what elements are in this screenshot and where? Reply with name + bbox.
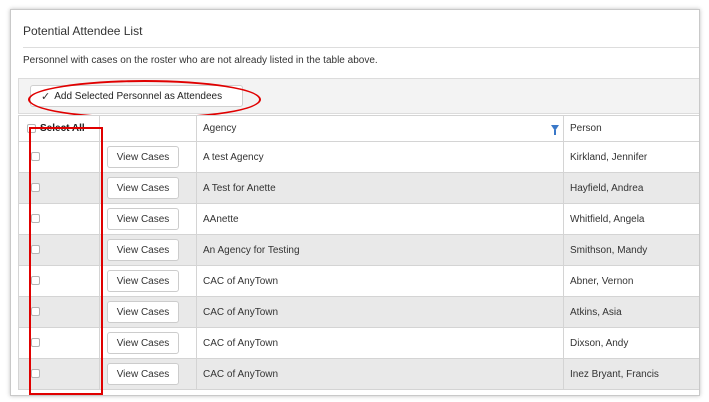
view-cases-button[interactable]: View Cases (107, 146, 179, 168)
row-action-cell: View Cases (99, 327, 197, 359)
agency-cell: CAC of AnyTown (196, 358, 564, 390)
row-checkbox[interactable] (31, 276, 40, 286)
title-divider (23, 47, 699, 48)
person-cell: Kirkland, Jennifer (563, 141, 699, 173)
row-select-cell (18, 141, 100, 173)
row-checkbox[interactable] (31, 214, 40, 224)
row-checkbox[interactable] (31, 245, 40, 255)
person-cell: Whitfield, Angela (563, 203, 699, 235)
row-select-cell (18, 358, 100, 390)
person-cell: Hayfield, Andrea (563, 172, 699, 204)
panel-description: Personnel with cases on the roster who a… (23, 55, 378, 66)
table-header-row: Select All Agency Person (18, 115, 699, 142)
table-row: View Cases CAC of AnyTown Inez Bryant, Fra… (18, 358, 699, 390)
agency-cell: An Agency for Testing (196, 234, 564, 266)
potential-attendee-panel: Potential Attendee List Personnel with c… (10, 9, 700, 396)
row-checkbox[interactable] (31, 152, 40, 162)
row-select-cell (18, 234, 100, 266)
actions-header (99, 115, 197, 142)
person-cell: Dixson, Andy (563, 327, 699, 359)
add-selected-label: Add Selected Personnel as Attendees (54, 90, 223, 102)
row-checkbox[interactable] (31, 369, 40, 379)
check-icon: ✓ (41, 90, 51, 103)
attendee-table: Select All Agency Person View Cases A tes… (18, 115, 699, 390)
agency-header-label: Agency (203, 123, 237, 134)
row-select-cell (18, 203, 100, 235)
table-row: View Cases AAnette Whitfield, Angela (18, 203, 699, 235)
view-cases-button[interactable]: View Cases (107, 239, 179, 261)
row-select-cell (18, 265, 100, 297)
agency-header[interactable]: Agency (196, 115, 564, 142)
row-action-cell: View Cases (99, 203, 197, 235)
row-action-cell: View Cases (99, 141, 197, 173)
row-checkbox[interactable] (31, 338, 40, 348)
table-row: View Cases A Test for Anette Hayfield, And… (18, 172, 699, 204)
row-action-cell: View Cases (99, 234, 197, 266)
select-all-label: Select All (40, 123, 85, 134)
table-row: View Cases CAC of AnyTown Atkins, Asia (18, 296, 699, 328)
table-row: View Cases An Agency for Testing Smithson,… (18, 234, 699, 266)
row-select-cell (18, 327, 100, 359)
agency-cell: AAnette (196, 203, 564, 235)
row-select-cell (18, 172, 100, 204)
table-row: View Cases A test Agency Kirkland, Jennife… (18, 141, 699, 173)
filter-icon[interactable] (551, 124, 559, 135)
view-cases-button[interactable]: View Cases (107, 301, 179, 323)
agency-cell: CAC of AnyTown (196, 265, 564, 297)
person-cell: Smithson, Mandy (563, 234, 699, 266)
row-checkbox[interactable] (31, 307, 40, 317)
view-cases-button[interactable]: View Cases (107, 332, 179, 354)
agency-cell: A test Agency (196, 141, 564, 173)
view-cases-button[interactable]: View Cases (107, 270, 179, 292)
person-cell: Atkins, Asia (563, 296, 699, 328)
person-cell: Abner, Vernon (563, 265, 699, 297)
table-row: View Cases CAC of AnyTown Abner, Vernon (18, 265, 699, 297)
table-row: View Cases CAC of AnyTown Dixson, Andy (18, 327, 699, 359)
select-all-header: Select All (18, 115, 100, 142)
view-cases-button[interactable]: View Cases (107, 177, 179, 199)
view-cases-button[interactable]: View Cases (107, 208, 179, 230)
row-action-cell: View Cases (99, 265, 197, 297)
add-selected-attendees-button[interactable]: ✓ Add Selected Personnel as Attendees (30, 85, 243, 107)
agency-cell: A Test for Anette (196, 172, 564, 204)
view-cases-button[interactable]: View Cases (107, 363, 179, 385)
panel-title: Potential Attendee List (23, 24, 143, 38)
toolbar: ✓ Add Selected Personnel as Attendees (18, 78, 699, 114)
person-header[interactable]: Person (563, 115, 699, 142)
row-checkbox[interactable] (31, 183, 40, 193)
row-action-cell: View Cases (99, 172, 197, 204)
row-select-cell (18, 296, 100, 328)
agency-cell: CAC of AnyTown (196, 296, 564, 328)
person-cell: Inez Bryant, Francis (563, 358, 699, 390)
row-action-cell: View Cases (99, 358, 197, 390)
agency-cell: CAC of AnyTown (196, 327, 564, 359)
row-action-cell: View Cases (99, 296, 197, 328)
select-all-checkbox[interactable] (27, 123, 36, 133)
